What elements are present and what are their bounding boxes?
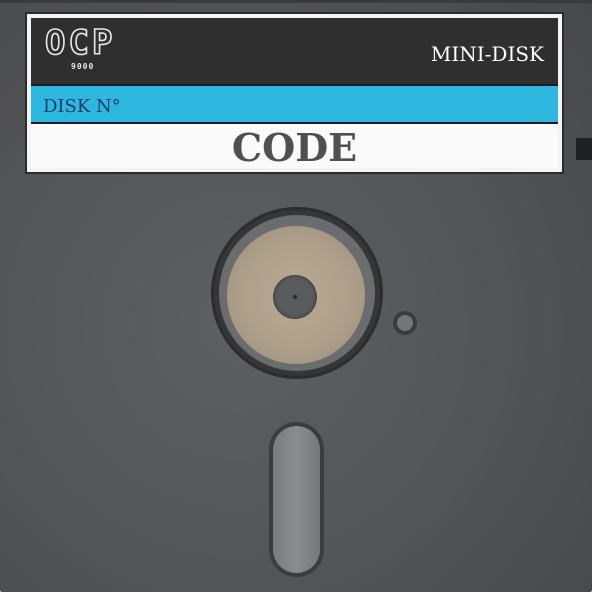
disk-type: MINI-DISK	[430, 42, 544, 66]
disk-label: OCP 9000 MINI-DISK DISK N° CODE	[25, 12, 564, 174]
read-window-media	[273, 426, 320, 573]
disk-number-label: DISK N°	[43, 96, 121, 117]
label-title-band: CODE	[31, 124, 558, 168]
label-header-band: OCP 9000 MINI-DISK	[31, 18, 558, 84]
spindle-dot	[293, 295, 297, 299]
write-protect-notch	[576, 138, 592, 160]
brand-model: 9000	[71, 62, 95, 71]
index-hole	[393, 311, 417, 335]
label-number-band: DISK N°	[31, 84, 558, 124]
floppy-disk: OCP 9000 MINI-DISK DISK N° CODE	[0, 0, 592, 592]
brand-logo: OCP 9000	[44, 23, 135, 72]
brand-name: OCP	[44, 23, 116, 63]
disk-edge	[0, 0, 592, 3]
disk-title: CODE	[231, 125, 358, 170]
